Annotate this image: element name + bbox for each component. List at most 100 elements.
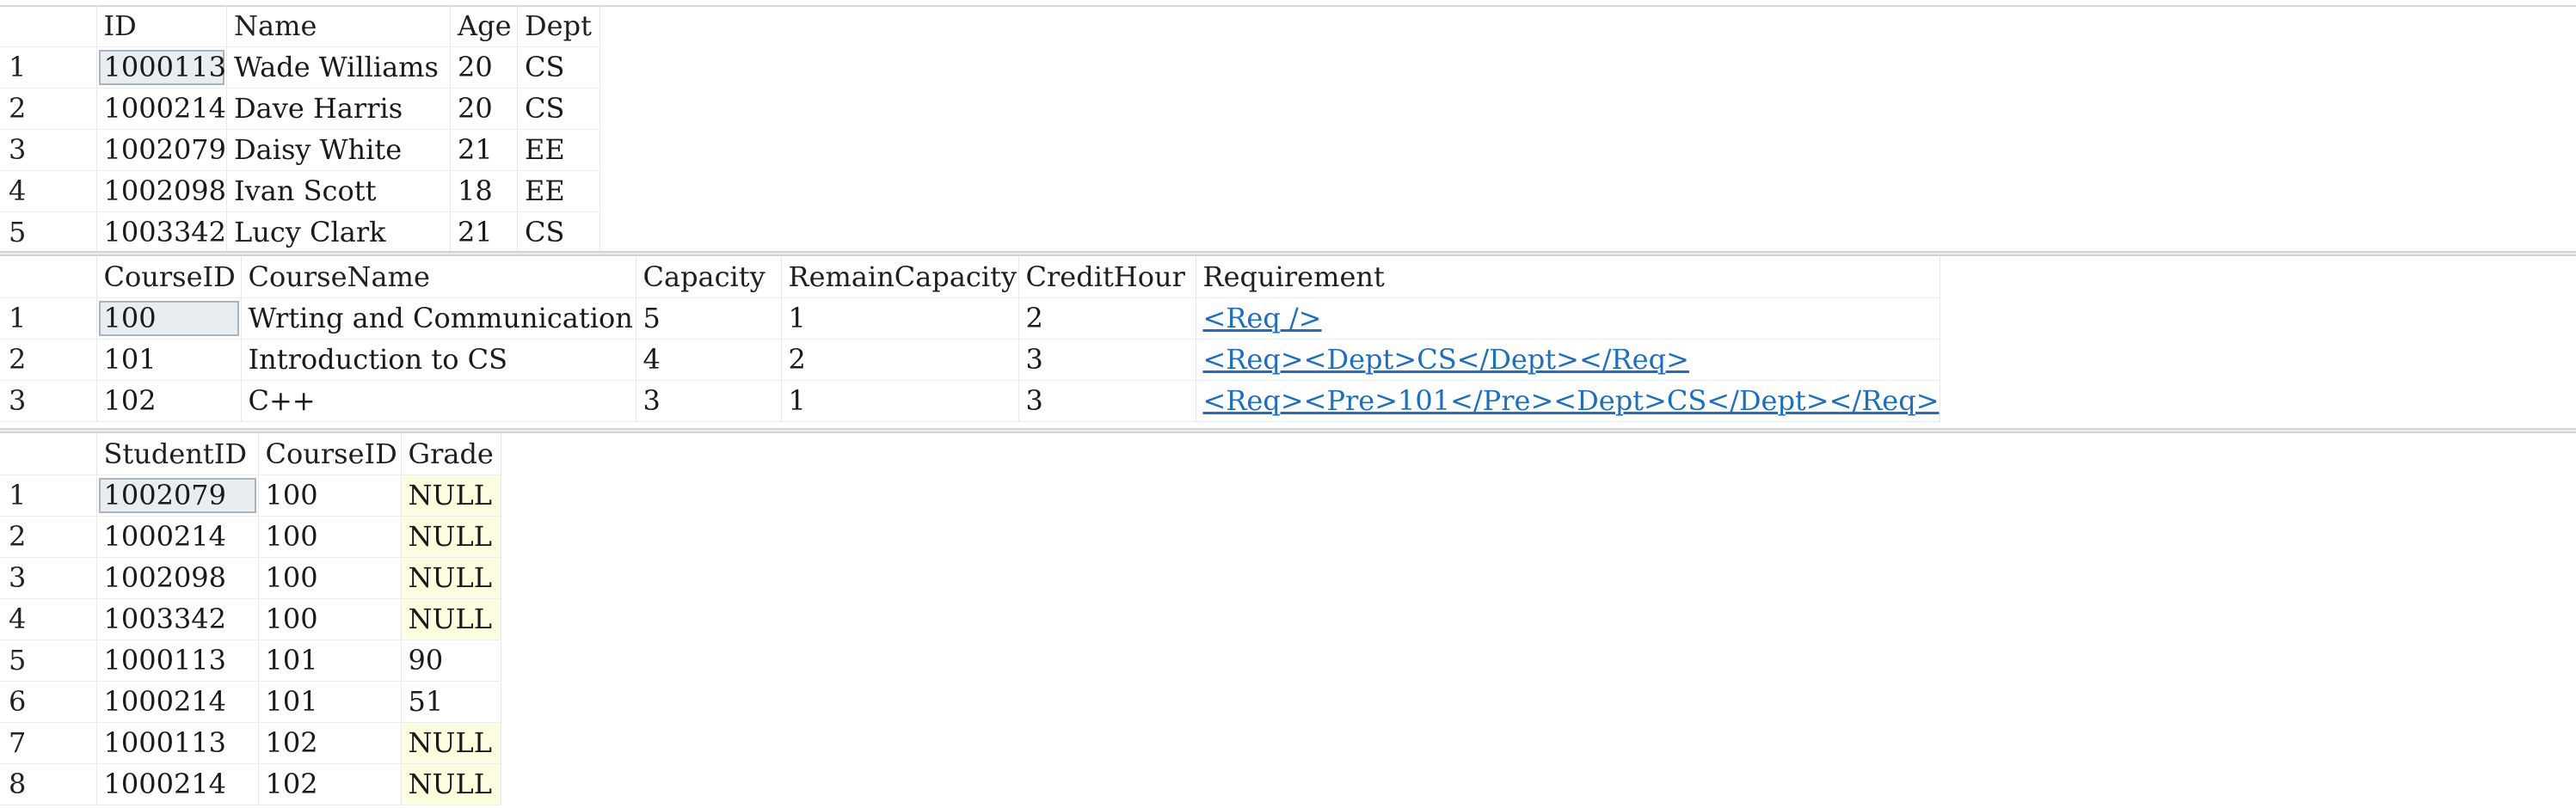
results-grid-courses[interactable]: CourseID CourseName Capacity RemainCapac… (0, 256, 2576, 428)
row-number[interactable]: 2 (0, 88, 97, 130)
cell-age[interactable]: 21 (450, 129, 519, 171)
cell-name[interactable]: Daisy White (226, 129, 452, 171)
cell-courseid[interactable]: 101 (258, 640, 402, 682)
row-number[interactable]: 1 (0, 474, 97, 517)
cell-studentid-selected[interactable]: 1002079 (96, 474, 259, 517)
cell-courseid[interactable]: 101 (258, 681, 402, 723)
results-grid-students[interactable]: ID Name Age Dept 1 1000113 Wade Williams… (0, 5, 2576, 254)
row-number[interactable]: 3 (0, 129, 97, 171)
cell-name[interactable]: Wade Williams (226, 46, 452, 89)
cell-courseid[interactable]: 100 (258, 557, 402, 599)
cell-remaincapacity[interactable]: 2 (781, 339, 1019, 381)
cell-studentid[interactable]: 1000214 (96, 516, 259, 558)
cell-dept[interactable]: CS (517, 88, 601, 130)
cell-studentid[interactable]: 1003342 (96, 598, 259, 640)
cell-studentid[interactable]: 1000113 (96, 722, 259, 764)
results-grid-enrollments[interactable]: StudentID CourseID Grade 1 1002079 100 N… (0, 433, 2576, 808)
cell-courseid[interactable]: 100 (258, 516, 402, 558)
cell-grade-null[interactable]: NULL (401, 474, 501, 517)
cell-coursename[interactable]: Wrting and Communication (241, 297, 636, 340)
column-header-coursename[interactable]: CourseName (241, 256, 636, 298)
row-number[interactable]: 3 (0, 380, 97, 422)
cell-studentid[interactable]: 1000113 (96, 640, 259, 682)
cell-courseid-selected[interactable]: 100 (96, 297, 242, 340)
cell-courseid[interactable]: 102 (258, 763, 402, 805)
column-header-courseid[interactable]: CourseID (258, 433, 402, 475)
cell-studentid[interactable]: 1002098 (96, 557, 259, 599)
cell-id[interactable]: 1002079 (96, 129, 228, 171)
cell-dept[interactable]: EE (517, 129, 601, 171)
column-header-capacity[interactable]: Capacity (636, 256, 782, 298)
row-number[interactable]: 4 (0, 598, 97, 640)
row-number[interactable]: 3 (0, 557, 97, 599)
cell-requirement[interactable]: <Req><Dept>CS</Dept></Req> (1196, 339, 1940, 381)
row-number[interactable]: 6 (0, 681, 97, 723)
cell-dept[interactable]: CS (517, 211, 601, 254)
cell-requirement[interactable]: <Req /> (1196, 297, 1940, 340)
row-number[interactable]: 1 (0, 46, 97, 89)
cell-name[interactable]: Dave Harris (226, 88, 452, 130)
cell-capacity[interactable]: 3 (636, 380, 782, 422)
cell-grade[interactable]: 51 (401, 681, 501, 723)
row-number[interactable]: 1 (0, 297, 97, 340)
row-number-header[interactable] (0, 433, 97, 475)
row-number[interactable]: 2 (0, 516, 97, 558)
cell-age[interactable]: 20 (450, 46, 519, 89)
cell-dept[interactable]: EE (517, 170, 601, 212)
cell-remaincapacity[interactable]: 1 (781, 297, 1019, 340)
column-header-requirement[interactable]: Requirement (1196, 256, 1940, 298)
cell-coursename[interactable]: C++ (241, 380, 636, 422)
cell-dept[interactable]: CS (517, 46, 601, 89)
cell-courseid[interactable]: 100 (258, 474, 402, 517)
column-header-dept[interactable]: Dept (517, 5, 601, 47)
xml-link[interactable]: <Req /> (1203, 302, 1322, 334)
column-header-id[interactable]: ID (96, 5, 228, 47)
cell-capacity[interactable]: 4 (636, 339, 782, 381)
row-number[interactable]: 5 (0, 640, 97, 682)
cell-id-selected[interactable]: 1000113 (96, 46, 228, 89)
cell-courseid[interactable]: 102 (258, 722, 402, 764)
cell-courseid[interactable]: 101 (96, 339, 242, 381)
row-number[interactable]: 2 (0, 339, 97, 381)
cell-grade-null[interactable]: NULL (401, 557, 501, 599)
xml-link[interactable]: <Req><Dept>CS</Dept></Req> (1203, 343, 1689, 376)
cell-grade-null[interactable]: NULL (401, 763, 501, 805)
cell-name[interactable]: Ivan Scott (226, 170, 452, 212)
cell-age[interactable]: 20 (450, 88, 519, 130)
cell-id[interactable]: 1002098 (96, 170, 228, 212)
cell-studentid[interactable]: 1000214 (96, 763, 259, 805)
cell-grade-null[interactable]: NULL (401, 516, 501, 558)
column-header-studentid[interactable]: StudentID (96, 433, 259, 475)
column-header-credithour[interactable]: CreditHour (1018, 256, 1196, 298)
cell-grade-null[interactable]: NULL (401, 598, 501, 640)
row-number[interactable]: 7 (0, 722, 97, 764)
cell-studentid[interactable]: 1000214 (96, 681, 259, 723)
cell-credithour[interactable]: 2 (1018, 297, 1196, 340)
cell-credithour[interactable]: 3 (1018, 339, 1196, 381)
cell-age[interactable]: 21 (450, 211, 519, 254)
column-header-courseid[interactable]: CourseID (96, 256, 242, 298)
cell-remaincapacity[interactable]: 1 (781, 380, 1019, 422)
cell-capacity[interactable]: 5 (636, 297, 782, 340)
cell-age[interactable]: 18 (450, 170, 519, 212)
row-number[interactable]: 5 (0, 211, 97, 254)
cell-grade[interactable]: 90 (401, 640, 501, 682)
row-number-header[interactable] (0, 256, 97, 298)
column-header-remaincapacity[interactable]: RemainCapacity (781, 256, 1019, 298)
column-header-age[interactable]: Age (450, 5, 519, 47)
row-number[interactable]: 4 (0, 170, 97, 212)
xml-link[interactable]: <Req><Pre>101</Pre><Dept>CS</Dept></Req> (1203, 384, 1940, 417)
cell-name[interactable]: Lucy Clark (226, 211, 452, 254)
cell-grade-null[interactable]: NULL (401, 722, 501, 764)
cell-courseid[interactable]: 100 (258, 598, 402, 640)
column-header-grade[interactable]: Grade (401, 433, 501, 475)
cell-id[interactable]: 1003342 (96, 211, 228, 254)
cell-id[interactable]: 1000214 (96, 88, 228, 130)
cell-courseid[interactable]: 102 (96, 380, 242, 422)
cell-coursename[interactable]: Introduction to CS (241, 339, 636, 381)
row-number[interactable]: 8 (0, 763, 97, 805)
cell-credithour[interactable]: 3 (1018, 380, 1196, 422)
row-number-header[interactable] (0, 5, 97, 47)
cell-requirement[interactable]: <Req><Pre>101</Pre><Dept>CS</Dept></Req> (1196, 380, 1940, 422)
column-header-name[interactable]: Name (226, 5, 452, 47)
